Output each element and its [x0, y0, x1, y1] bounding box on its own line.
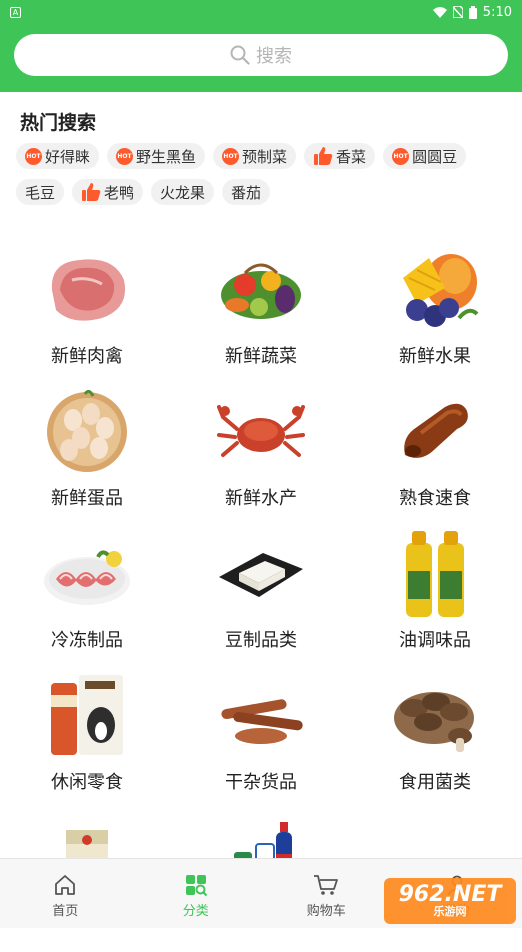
battery-icon: [469, 6, 477, 19]
category-label: 新鲜肉禽: [51, 342, 123, 366]
eggs-image: [39, 384, 135, 480]
category-label: 干杂货品: [225, 768, 297, 792]
thumb-up-icon: [81, 182, 101, 202]
search-icon: [230, 45, 250, 65]
hot-tag-label: 火龙果: [160, 182, 205, 203]
category-icon: [184, 873, 208, 897]
hot-search-title: 热门搜索: [0, 92, 522, 138]
hot-tag-label: 野生黑鱼: [136, 146, 196, 167]
crab-image: [213, 384, 309, 480]
hot-icon: HOT: [222, 148, 239, 165]
hot-icon: HOT: [116, 148, 133, 165]
tab-label: 购物车: [307, 900, 346, 919]
category-grid: 新鲜肉禽 新鲜蔬菜 新鲜水果 新鲜蛋品 新鲜水产 熟食速食 冷冻: [0, 242, 522, 952]
hot-tag[interactable]: HOT好得睐: [16, 143, 99, 169]
hot-tag[interactable]: HOT圆圆豆: [383, 143, 466, 169]
category-item[interactable]: 新鲜肉禽: [0, 242, 174, 384]
status-bar: A 5:10: [0, 0, 522, 24]
hot-tag-label: 番茄: [231, 182, 261, 203]
category-label: 新鲜蛋品: [51, 484, 123, 508]
search-bar[interactable]: 搜索: [14, 34, 508, 76]
app-notification-icon: A: [10, 7, 21, 18]
hot-tag-label: 好得睐: [45, 146, 90, 167]
hot-tag[interactable]: 番茄: [222, 179, 270, 205]
category-item[interactable]: 新鲜蔬菜: [174, 242, 348, 384]
category-item[interactable]: 新鲜蛋品: [0, 384, 174, 526]
hot-search-tags: HOT好得睐 HOT野生黑鱼 HOT预制菜 香菜 HOT圆圆豆 毛豆 老鸭 火龙…: [0, 138, 522, 205]
cart-icon: [313, 873, 339, 897]
category-item[interactable]: 干杂货品: [174, 668, 348, 810]
fruit-image: [387, 242, 483, 338]
tofu-image: [213, 526, 309, 622]
hot-tag-label: 毛豆: [25, 182, 55, 203]
category-item[interactable]: 食用菌类: [348, 668, 522, 810]
hot-tag-label: 香菜: [336, 146, 366, 167]
category-label: 豆制品类: [225, 626, 297, 650]
mushroom-image: [387, 668, 483, 764]
category-label: 新鲜水产: [225, 484, 297, 508]
tab-label: 分类: [183, 900, 209, 919]
wifi-icon: [433, 7, 447, 18]
hot-icon: HOT: [392, 148, 409, 165]
hot-tag[interactable]: 老鸭: [72, 179, 143, 205]
cinnamon-image: [213, 668, 309, 764]
category-label: 熟食速食: [399, 484, 471, 508]
thumb-up-icon: [313, 146, 333, 166]
hot-tag-label: 预制菜: [242, 146, 287, 167]
watermark-number: 962.NET: [399, 884, 502, 906]
meat-image: [39, 242, 135, 338]
frozen-meat-image: [39, 526, 135, 622]
hot-tag[interactable]: 火龙果: [151, 179, 214, 205]
oil-image: [387, 526, 483, 622]
category-item[interactable]: 休闲零食: [0, 668, 174, 810]
category-item[interactable]: 豆制品类: [174, 526, 348, 668]
category-label: 新鲜水果: [399, 342, 471, 366]
hot-icon: HOT: [25, 148, 42, 165]
home-icon: [53, 873, 77, 897]
category-item[interactable]: 新鲜水产: [174, 384, 348, 526]
hot-tag[interactable]: HOT野生黑鱼: [107, 143, 205, 169]
watermark-text: 乐游网: [434, 906, 467, 918]
search-placeholder: 搜索: [256, 42, 292, 68]
hot-tag-label: 圆圆豆: [412, 146, 457, 167]
category-label: 食用菌类: [399, 768, 471, 792]
tab-home[interactable]: 首页: [0, 859, 131, 928]
tab-label: 首页: [52, 900, 78, 919]
snacks-image: [39, 668, 135, 764]
vegetables-image: [213, 242, 309, 338]
header: 搜索: [0, 24, 522, 92]
category-item[interactable]: 冷冻制品: [0, 526, 174, 668]
duck-image: [387, 384, 483, 480]
watermark-logo: 962.NET 乐游网: [384, 878, 516, 924]
tab-category[interactable]: 分类: [131, 859, 262, 928]
hot-tag[interactable]: 毛豆: [16, 179, 64, 205]
category-item[interactable]: 油调味品: [348, 526, 522, 668]
category-item[interactable]: 新鲜水果: [348, 242, 522, 384]
no-sim-icon: [453, 6, 463, 18]
category-label: 油调味品: [399, 626, 471, 650]
hot-tag-label: 老鸭: [104, 182, 134, 203]
category-item[interactable]: 熟食速食: [348, 384, 522, 526]
category-label: 冷冻制品: [51, 626, 123, 650]
category-label: 休闲零食: [51, 768, 123, 792]
tab-cart[interactable]: 购物车: [261, 859, 392, 928]
category-label: 新鲜蔬菜: [225, 342, 297, 366]
clock: 5:10: [483, 5, 512, 20]
hot-tag[interactable]: HOT预制菜: [213, 143, 296, 169]
hot-tag[interactable]: 香菜: [304, 143, 375, 169]
